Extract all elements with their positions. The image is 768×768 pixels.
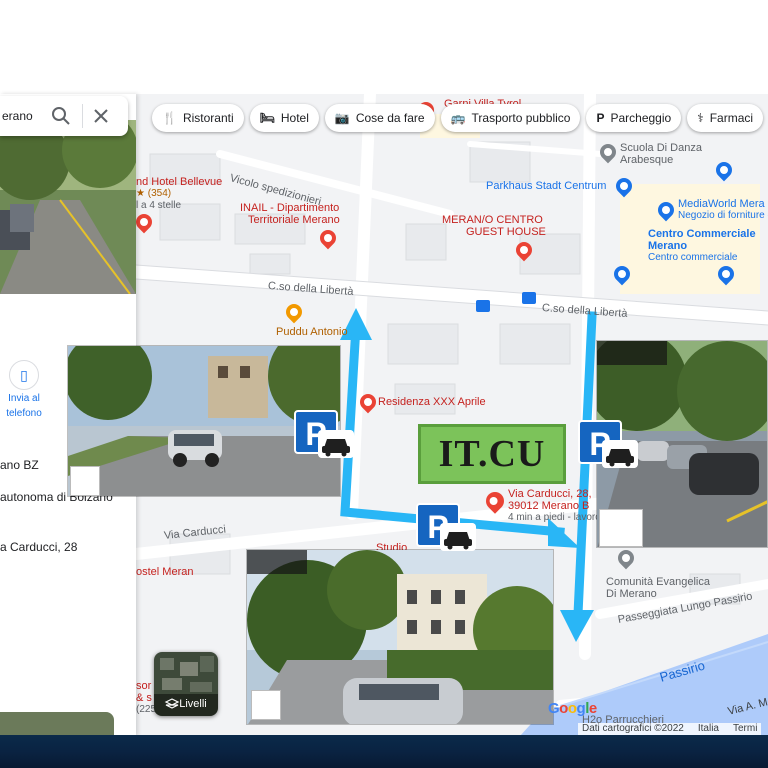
poi-sor-line1[interactable]: sor — [136, 680, 151, 692]
bed-icon: 🛏 — [259, 111, 275, 125]
parking-badge-3: P — [416, 503, 478, 555]
car-icon — [440, 523, 476, 551]
car-icon — [318, 430, 354, 458]
parking-badge-1: P — [294, 410, 356, 462]
send-to-phone-label-2: telefono — [6, 408, 42, 419]
address-line-street: a Carducci, 28 — [0, 540, 78, 554]
poi-comunita-line1[interactable]: Comunità Evangelica — [606, 576, 710, 588]
poi-dest-line1[interactable]: Via Carducci, 28, — [508, 488, 592, 500]
poi-meran-line1[interactable]: MERAN/O CENTRO — [442, 214, 543, 226]
send-to-phone-button[interactable]: ▯ Invia al telefono — [4, 360, 44, 420]
poi-hotel-bellevue[interactable]: nd Hotel Bellevue — [136, 176, 222, 188]
poi-comunita-line2[interactable]: Di Merano — [606, 588, 657, 600]
poi-bellevue-stars: l a 4 stelle — [136, 200, 182, 211]
address-line-city: ano BZ — [0, 458, 39, 472]
chip-farmacie[interactable]: ⚕ Farmaci — [687, 104, 764, 132]
search-input[interactable]: erano — [0, 109, 44, 123]
poi-dest-line2[interactable]: 39012 Merano B — [508, 500, 589, 512]
chip-trasporto[interactable]: 🚌 Trasporto pubblico — [440, 104, 581, 132]
poi-puddu[interactable]: Puddu Antonio — [276, 326, 348, 338]
poi-sor-line2[interactable]: & s — [136, 692, 152, 704]
chip-label: Hotel — [280, 111, 309, 125]
chip-hotel[interactable]: 🛏 Hotel — [249, 104, 319, 132]
poi-scuola-line2[interactable]: Arabesque — [620, 154, 673, 166]
bus-icon: 🚌 — [450, 111, 466, 125]
streetview-minimap-3[interactable] — [251, 690, 281, 720]
google-logo: Google — [548, 700, 597, 717]
poi-sor-line3: (225 — [136, 704, 157, 715]
poi-centro-line2[interactable]: Merano — [648, 240, 687, 252]
parking-icon: P — [596, 111, 605, 125]
search-box[interactable]: erano — [0, 96, 128, 136]
search-icon[interactable] — [50, 105, 72, 127]
close-icon[interactable] — [93, 108, 109, 124]
streetview-minimap-1[interactable] — [70, 466, 100, 496]
itcu-logo-text: IT.CU — [438, 432, 546, 476]
chip-parcheggio[interactable]: P Parcheggio — [586, 104, 682, 132]
streetview-minimap-2[interactable] — [599, 509, 643, 547]
sidebar-street-photo[interactable] — [0, 120, 136, 294]
chip-label: Farmaci — [709, 111, 754, 125]
category-chip-bar: 🍴 Ristoranti 🛏 Hotel 📷 Cose da fare 🚌 Traspo… — [152, 104, 764, 132]
poi-parkhaus[interactable]: Parkhaus Stadt Centrum — [486, 180, 606, 192]
poi-scuola-line1[interactable]: Scuola Di Danza — [620, 142, 702, 154]
car-icon — [602, 440, 638, 468]
poi-inail-line2[interactable]: Territoriale Merano — [248, 214, 340, 226]
layers-button[interactable]: Livelli — [154, 652, 218, 716]
chip-cose-da-fare[interactable]: 📷 Cose da fare — [324, 104, 435, 132]
poi-hostel[interactable]: ostel Meran — [136, 566, 193, 578]
poi-mediaworld-line2: Negozio di forniture el — [678, 210, 768, 221]
send-to-phone-label-1: Invia al — [8, 393, 40, 404]
bus-stop-icon[interactable] — [476, 300, 490, 312]
poi-inail-line1[interactable]: INAIL - Dipartimento — [240, 202, 339, 214]
poi-centro-line3: Centro commerciale — [648, 252, 738, 263]
poi-bellevue-rating: ★ (354) — [136, 188, 172, 199]
utensils-icon: 🍴 — [162, 111, 177, 125]
phone-icon: ▯ — [9, 360, 39, 390]
itcu-logo: IT.CU — [418, 424, 566, 484]
chip-label: Ristoranti — [182, 111, 234, 125]
parking-badge-2: P — [578, 420, 640, 472]
chip-label: Trasporto pubblico — [471, 111, 571, 125]
poi-dest-line3: 4 min a piedi - lavoro — [508, 512, 601, 523]
bus-stop-icon-2[interactable] — [522, 292, 536, 304]
camera-icon: 📷 — [334, 111, 350, 125]
poi-residenza[interactable]: Residenza XXX Aprile — [378, 396, 486, 408]
chip-ristoranti[interactable]: 🍴 Ristoranti — [152, 104, 244, 132]
background-sea-strip — [0, 735, 768, 768]
poi-centro-line1[interactable]: Centro Commerciale — [648, 228, 756, 240]
poi-mediaworld-line1[interactable]: MediaWorld Mera — [678, 198, 765, 210]
layers-label: Livelli — [179, 698, 207, 710]
pharmacy-icon: ⚕ — [697, 111, 704, 125]
sidebar-photo-strip[interactable] — [0, 712, 114, 736]
search-divider — [82, 104, 83, 128]
chip-label: Parcheggio — [610, 111, 672, 125]
streetview-photo-3[interactable] — [246, 549, 554, 725]
chip-label: Cose da fare — [355, 111, 425, 125]
screenshot-stage: Vicolo spedizionieri C.so della Libertà … — [0, 0, 768, 768]
poi-meran-line2[interactable]: GUEST HOUSE — [466, 226, 546, 238]
